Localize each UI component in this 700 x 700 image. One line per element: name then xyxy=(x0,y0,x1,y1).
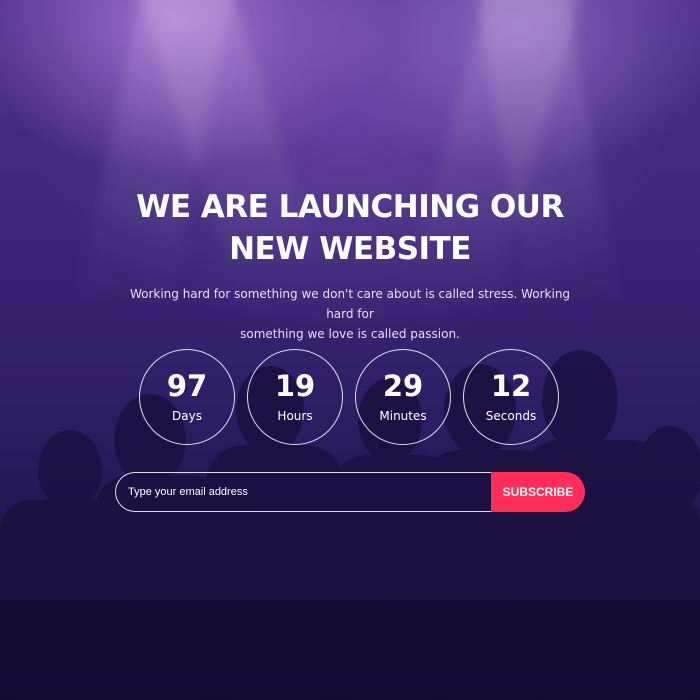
page-title: WE ARE LAUNCHING OUR NEW WEBSITE xyxy=(0,186,700,270)
hero-section: WE ARE LAUNCHING OUR NEW WEBSITE Working… xyxy=(0,0,700,700)
subtitle-line: Working hard for something we don't care… xyxy=(129,287,571,321)
countdown-timer: 97 Days 19 Hours 29 Minutes 12 Seconds xyxy=(139,349,563,449)
countdown-label: Seconds xyxy=(485,409,537,423)
countdown-hours: 19 Hours xyxy=(247,349,343,445)
countdown-label: Hours xyxy=(277,409,313,423)
countdown-value: 19 xyxy=(274,369,316,403)
countdown-days: 97 Days xyxy=(139,349,235,445)
subscribe-form: SUBSCRIBE xyxy=(115,472,585,512)
countdown-value: 29 xyxy=(382,369,424,403)
title-line: WE ARE LAUNCHING OUR xyxy=(136,189,564,225)
countdown-seconds: 12 Seconds xyxy=(463,349,559,445)
countdown-value: 97 xyxy=(166,369,208,403)
hero-subtitle: Working hard for something we don't care… xyxy=(120,284,580,344)
subscribe-button[interactable]: SUBSCRIBE xyxy=(491,472,585,512)
subtitle-line: something we love is called passion. xyxy=(240,327,460,341)
countdown-label: Days xyxy=(172,409,202,423)
countdown-label: Minutes xyxy=(379,409,427,423)
title-line: NEW WEBSITE xyxy=(229,231,471,267)
launch-page: WE ARE LAUNCHING OUR NEW WEBSITE Working… xyxy=(0,0,700,700)
countdown-minutes: 29 Minutes xyxy=(355,349,451,445)
email-input[interactable] xyxy=(115,472,493,512)
countdown-value: 12 xyxy=(490,369,532,403)
